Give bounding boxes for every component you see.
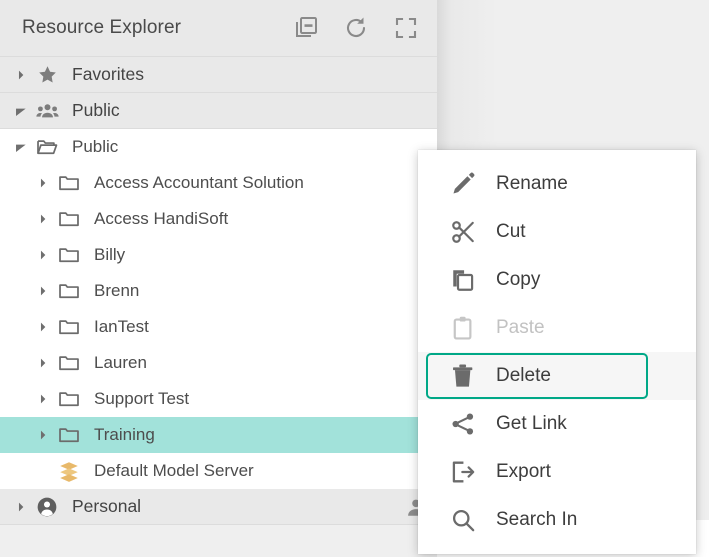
context-menu-item-label: Cut [496,221,526,242]
tree-item-label: Access Accountant Solution [94,173,304,192]
chevron-right-icon[interactable] [30,212,56,226]
star-icon [34,64,60,85]
folder-icon [56,208,82,230]
group-icon [34,99,60,122]
tree-item[interactable]: Default Model Server [0,453,437,489]
tree-item-label: Public [72,100,120,120]
tree-item[interactable]: Lauren [0,345,437,381]
tree-item[interactable]: Support Test [0,381,437,417]
chevron-down-icon[interactable] [8,140,34,154]
header-toolbar [293,0,419,56]
chevron-right-icon[interactable] [8,500,34,514]
tree-item[interactable]: IanTest [0,309,437,345]
tree-item[interactable]: Brenn [0,273,437,309]
refresh-icon [344,16,368,40]
tree-item-label: Support Test [94,389,190,408]
context-menu-item-label: Get Link [496,413,567,434]
tree-item-label: Training [94,425,155,444]
folder-open-icon [34,136,60,158]
context-menu-item: Paste [418,304,696,352]
copy-icon [448,267,478,293]
chevron-right-icon[interactable] [30,356,56,370]
tree-item[interactable]: Personal [0,489,437,525]
context-menu-item[interactable]: Cut [418,208,696,256]
clipboard-icon [448,315,478,341]
tree-item-label: Access HandiSoft [94,209,229,228]
chevron-right-icon[interactable] [30,320,56,334]
chevron-right-icon[interactable] [30,428,56,442]
chevron-right-icon[interactable] [8,68,34,82]
tree-item[interactable]: Public [0,129,437,165]
trash-icon [448,363,478,389]
model-server-icon [56,460,82,482]
tree-item-label: Personal [72,496,142,516]
panel-header: Resource Explorer [0,0,437,57]
tree-item[interactable]: Billy [0,237,437,273]
context-menu: Rename Cut Copy Paste Delete Get Link Export Se… [418,150,696,554]
tree-item[interactable]: Training [0,417,437,453]
context-menu-item[interactable]: Search In [418,496,696,544]
chevron-down-icon[interactable] [8,104,34,118]
folder-icon [56,352,82,374]
context-menu-item-label: Copy [496,269,541,290]
chevron-right-icon[interactable] [30,392,56,406]
scissors-icon [448,219,478,245]
fullscreen-icon [394,16,418,40]
folder-icon [56,172,82,194]
context-menu-item-label: Paste [496,317,545,338]
tree-item[interactable]: Favorites [0,57,437,93]
share-icon [448,411,478,437]
tree-item[interactable]: Public [0,93,437,129]
resource-explorer-panel: Resource Explorer Favorites Public Publi… [0,0,437,525]
pencil-icon [448,171,478,197]
person-icon [34,496,60,518]
tree-item-label: Brenn [94,281,140,300]
tree-item-label: Lauren [94,353,147,372]
export-icon [448,459,478,485]
tree-item-label: Public [72,137,119,156]
context-menu-item[interactable]: Get Link [418,400,696,448]
refresh-button[interactable] [343,15,369,41]
collapse-all-button[interactable] [293,15,319,41]
tree-item-label: IanTest [94,317,149,336]
tree-item[interactable]: Access HandiSoft [0,201,437,237]
collapse-all-icon [294,16,318,40]
chevron-right-icon[interactable] [30,284,56,298]
context-menu-item-label: Export [496,461,551,482]
tree-item-label: Default Model Server [94,461,254,480]
screen: Resource Explorer Favorites Public Publi… [0,0,709,557]
folder-icon [56,316,82,338]
chevron-right-icon[interactable] [30,176,56,190]
resource-tree: Favorites Public Public Access Accountant S… [0,57,437,525]
context-menu-item[interactable]: Rename [418,160,696,208]
folder-icon [56,388,82,410]
tree-item[interactable]: Access Accountant Solution [0,165,437,201]
context-menu-item-label: Delete [496,365,551,386]
folder-icon [56,424,82,446]
context-menu-item[interactable]: Copy [418,256,696,304]
context-menu-item-label: Search In [496,509,578,530]
search-icon [448,507,478,533]
tree-item-label: Favorites [72,64,144,84]
folder-icon [56,280,82,302]
fullscreen-button[interactable] [393,15,419,41]
context-menu-item[interactable]: Export [418,448,696,496]
folder-icon [56,244,82,266]
tree-item-label: Billy [94,245,126,264]
context-menu-item[interactable]: Delete [418,352,696,400]
context-menu-item-label: Rename [496,173,568,194]
page-title: Resource Explorer [22,17,182,38]
chevron-right-icon[interactable] [30,248,56,262]
